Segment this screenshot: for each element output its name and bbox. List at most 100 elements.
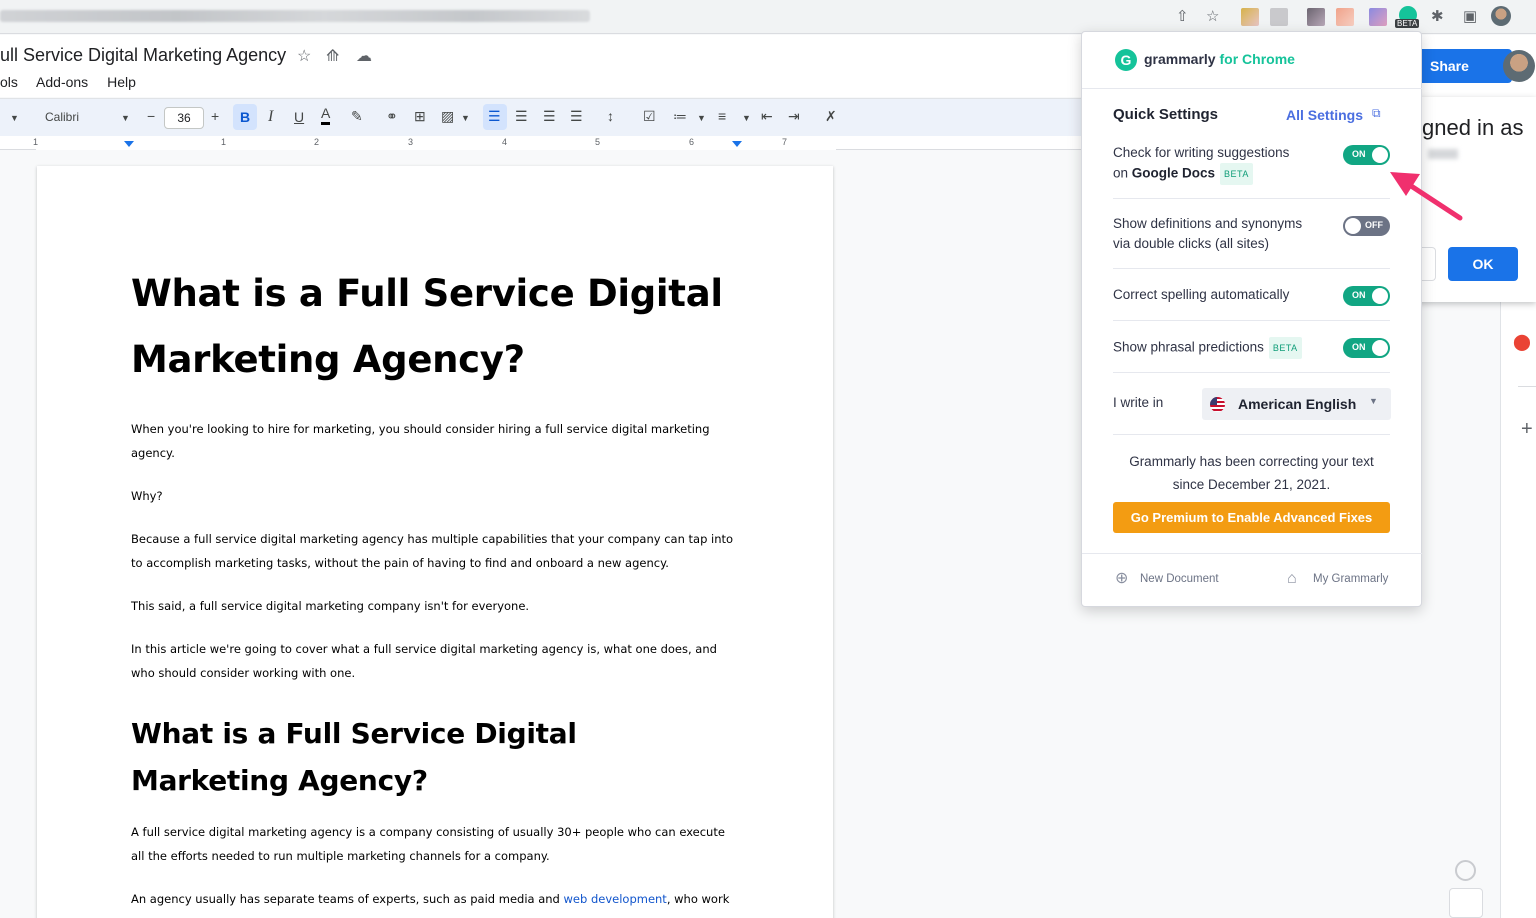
ruler-number: 1 <box>221 137 227 147</box>
setting-label-spelling: Correct spelling automatically <box>1113 287 1290 302</box>
share-page-icon[interactable]: ⇧ <box>1176 7 1189 27</box>
plus-circle-icon[interactable]: ⊕ <box>1115 571 1132 588</box>
divider <box>1113 372 1390 373</box>
sidebar-toggle-icon[interactable]: ▣ <box>1463 7 1477 27</box>
brand-name: grammarly <box>1144 51 1216 67</box>
setting-prefix: on <box>1113 165 1132 181</box>
browser-toolbar: ⇧ ☆ BETA ✱ ▣ <box>0 0 1536 34</box>
ruler-number: 7 <box>782 137 788 147</box>
justify-icon[interactable]: ☰ <box>570 106 583 126</box>
chevron-down-icon[interactable]: ▼ <box>742 108 751 128</box>
extension-icon[interactable] <box>1241 8 1259 26</box>
extension-icon[interactable] <box>1307 8 1325 26</box>
plus-icon[interactable]: + <box>1521 418 1533 441</box>
heading-2: What is a Full Service Digital Marketing… <box>131 717 577 797</box>
text-color-button[interactable]: A <box>321 104 331 125</box>
external-link-icon[interactable]: ⧉ <box>1372 106 1381 121</box>
chevron-down-icon[interactable]: ▼ <box>461 108 470 128</box>
paragraph: In this article we're going to cover wha… <box>131 642 717 680</box>
ruler-number: 2 <box>314 137 320 147</box>
ruler-number: 3 <box>408 137 414 147</box>
toggle-state: ON <box>1352 149 1366 159</box>
chevron-down-icon[interactable]: ▼ <box>697 108 706 128</box>
setting-label-predictions: Show phrasal predictions BETA <box>1113 337 1302 359</box>
decrease-indent-icon[interactable]: ⇤ <box>761 106 773 126</box>
document-page[interactable]: What is a Full Service Digital Marketing… <box>37 166 833 918</box>
ruler-number: 6 <box>689 137 695 147</box>
i-write-in-label: I write in <box>1113 395 1164 410</box>
underline-button[interactable]: U <box>294 107 304 127</box>
web-development-link[interactable]: web development <box>564 892 667 906</box>
toggle-state: ON <box>1352 290 1366 300</box>
clear-formatting-icon[interactable]: ✗ <box>825 106 837 126</box>
document-title[interactable]: ull Service Digital Marketing Agency <box>0 45 286 66</box>
ok-button[interactable]: OK <box>1448 247 1518 281</box>
language-select[interactable]: American English ▼ <box>1202 388 1391 420</box>
increase-font-button[interactable]: + <box>211 106 219 126</box>
setting-label-definitions: Show definitions and synonyms via double… <box>1113 214 1302 254</box>
increase-indent-icon[interactable]: ⇥ <box>788 106 800 126</box>
grammarly-popup: G grammarly for Chrome Quick Settings Al… <box>1081 31 1422 607</box>
font-family-select[interactable]: Calibri <box>45 107 79 127</box>
align-center-icon[interactable]: ☰ <box>515 106 528 126</box>
us-flag-icon <box>1210 397 1225 412</box>
maps-icon[interactable]: ⬤ <box>1513 332 1531 352</box>
highlight-icon[interactable]: ✎ <box>351 106 363 126</box>
toggle-state: ON <box>1352 342 1366 352</box>
bold-button[interactable]: B <box>240 107 250 127</box>
address-bar[interactable] <box>0 10 590 22</box>
line-spacing-icon[interactable]: ↕ <box>607 106 614 126</box>
grammarly-brand: grammarly for Chrome <box>1144 51 1295 67</box>
extension-icon[interactable] <box>1369 8 1387 26</box>
beta-badge: BETA <box>1395 19 1420 28</box>
image-icon[interactable]: ▨ <box>441 106 454 126</box>
all-settings-link[interactable]: All Settings <box>1286 107 1363 123</box>
comment-icon[interactable]: ⊞ <box>414 106 426 126</box>
share-button[interactable]: Share <box>1410 49 1512 83</box>
menu-help[interactable]: Help <box>107 74 136 90</box>
align-right-icon[interactable]: ☰ <box>543 106 556 126</box>
ruler-number: 4 <box>502 137 508 147</box>
extension-icon[interactable] <box>1336 8 1354 26</box>
cloud-icon[interactable]: ☁ <box>356 46 372 66</box>
explore-button[interactable] <box>1449 888 1483 918</box>
profile-avatar[interactable] <box>1491 6 1511 26</box>
predictions-toggle[interactable]: ON <box>1343 338 1390 358</box>
chevron-down-icon[interactable]: ▼ <box>121 108 130 128</box>
go-premium-button[interactable]: Go Premium to Enable Advanced Fixes <box>1113 502 1390 533</box>
language-value: American English <box>1238 396 1357 412</box>
align-left-icon[interactable]: ☰ <box>488 106 501 126</box>
bulleted-list-icon[interactable]: ≔ <box>673 106 687 126</box>
divider <box>1518 386 1536 387</box>
menu-addons[interactable]: Add-ons <box>36 74 88 90</box>
menu-tools[interactable]: ols <box>0 74 18 90</box>
grammarly-floating-icon[interactable] <box>1455 860 1476 881</box>
new-document-link[interactable]: New Document <box>1140 573 1219 585</box>
spelling-toggle[interactable]: ON <box>1343 286 1390 306</box>
account-email-blurred <box>1428 149 1458 159</box>
decrease-font-button[interactable]: − <box>147 106 155 126</box>
setting-label-writing-suggestions: Check for writing suggestions on Google … <box>1113 143 1289 185</box>
avatar[interactable] <box>1503 50 1535 82</box>
numbered-list-icon[interactable]: ≡ <box>718 106 726 126</box>
star-icon[interactable]: ☆ <box>1206 7 1219 27</box>
puzzle-icon[interactable]: ✱ <box>1431 7 1444 27</box>
font-size-input[interactable]: 36 <box>164 107 204 129</box>
star-icon[interactable]: ☆ <box>297 46 311 66</box>
link-icon[interactable]: ⚭ <box>386 106 398 126</box>
my-grammarly-link[interactable]: My Grammarly <box>1313 573 1388 585</box>
chevron-down-icon[interactable]: ▼ <box>10 108 19 128</box>
move-icon[interactable]: ⟰ <box>326 46 339 66</box>
divider <box>1113 198 1390 199</box>
divider <box>1082 553 1422 554</box>
home-icon[interactable]: ⌂ <box>1287 571 1304 588</box>
left-indent-marker[interactable] <box>124 141 134 147</box>
italic-button[interactable]: I <box>268 107 273 127</box>
right-indent-marker[interactable] <box>732 141 742 147</box>
chevron-down-icon: ▼ <box>1369 396 1378 406</box>
extension-icon[interactable] <box>1270 8 1288 26</box>
ruler-number: 1 <box>33 137 39 147</box>
paragraph: When you're looking to hire for marketin… <box>131 422 710 460</box>
checklist-icon[interactable]: ☑ <box>643 106 656 126</box>
page-content: What is a Full Service Digital Marketing… <box>131 261 741 918</box>
